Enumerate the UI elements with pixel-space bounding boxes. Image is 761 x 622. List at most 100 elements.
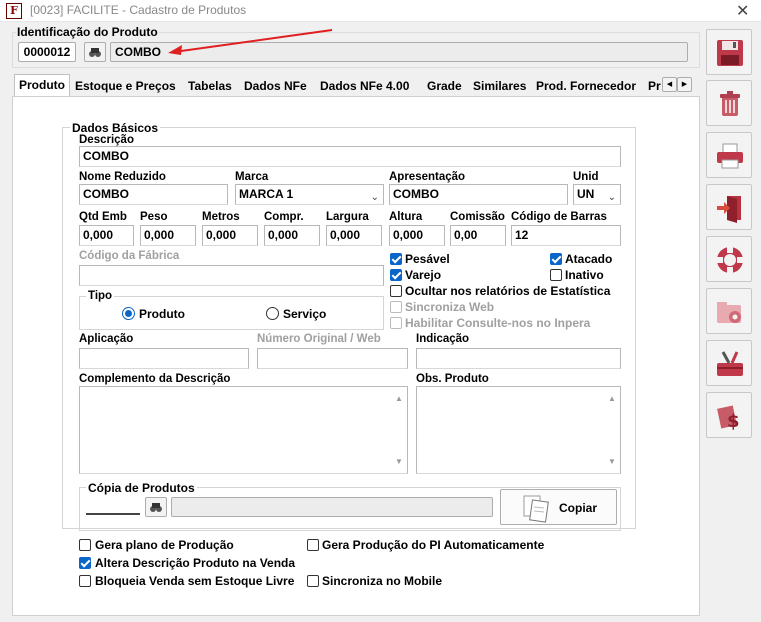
complemento-scrollbar[interactable]: ▲ ▼ xyxy=(391,387,407,473)
tipo-produto-label: Produto xyxy=(139,307,185,321)
codigo-fabrica-input[interactable] xyxy=(79,265,384,286)
copia-code-input[interactable] xyxy=(86,497,140,515)
pesavel-checkbox[interactable] xyxy=(390,253,402,265)
bloqueia-venda-checkbox[interactable] xyxy=(79,575,91,587)
copia-name-field[interactable] xyxy=(171,497,493,517)
scroll-down-icon[interactable]: ▼ xyxy=(608,452,616,471)
compr-input[interactable]: 0,000 xyxy=(264,225,320,246)
folder-gear-icon xyxy=(717,302,741,323)
window-title: [0023] FACILITE - Cadastro de Produtos xyxy=(30,3,247,17)
tab-bar: Produto Estoque e Preços Tabelas Dados N… xyxy=(14,74,694,97)
unid-label: Unid xyxy=(573,171,599,183)
descricao-label: Descrição xyxy=(79,134,134,146)
floppy-save-icon xyxy=(717,40,743,66)
varejo-checkbox[interactable] xyxy=(390,269,402,281)
marca-value: MARCA 1 xyxy=(239,187,294,201)
product-code-field[interactable]: 0000012 xyxy=(18,42,76,62)
tab-produto[interactable]: Produto xyxy=(14,74,70,96)
pesavel-label: Pesável xyxy=(405,252,450,266)
habilitar-consulte-checkbox[interactable] xyxy=(390,317,402,329)
unid-select[interactable]: UN ⌄ xyxy=(573,184,621,205)
scroll-up-icon[interactable]: ▲ xyxy=(608,389,616,408)
gera-plano-label: Gera plano de Produção xyxy=(95,538,234,552)
tipo-servico-radio[interactable] xyxy=(266,307,279,320)
finance-button[interactable]: $ xyxy=(706,392,752,438)
copia-search-button[interactable] xyxy=(145,497,167,517)
metros-input[interactable]: 0,000 xyxy=(202,225,258,246)
obs-produto-textarea[interactable]: ▲ ▼ xyxy=(416,386,621,474)
tab-scroll-right[interactable]: ▶ xyxy=(677,77,692,92)
numero-original-input[interactable] xyxy=(257,348,408,369)
codigo-barras-input[interactable]: 12 xyxy=(511,225,621,246)
settings-button[interactable] xyxy=(706,288,752,334)
scroll-down-icon[interactable]: ▼ xyxy=(395,452,403,471)
nome-reduzido-input[interactable]: COMBO xyxy=(79,184,228,205)
bloqueia-venda-label: Bloqueia Venda sem Estoque Livre xyxy=(95,574,295,588)
ocultar-checkbox[interactable] xyxy=(390,285,402,297)
tab-estoque-precos[interactable]: Estoque e Preços xyxy=(75,76,176,96)
tab-tabelas[interactable]: Tabelas xyxy=(188,76,232,96)
binoculars-search-button[interactable] xyxy=(84,42,106,62)
tools-button[interactable] xyxy=(706,340,752,386)
obs-scrollbar[interactable]: ▲ ▼ xyxy=(604,387,620,473)
peso-label: Peso xyxy=(140,211,168,223)
gera-producao-label: Gera Produção do PI Automaticamente xyxy=(322,538,545,552)
sincroniza-web-checkbox[interactable] xyxy=(390,301,402,313)
exit-door-icon xyxy=(717,196,741,223)
binoculars-icon xyxy=(89,48,101,57)
inativo-checkbox[interactable] xyxy=(550,269,562,281)
marca-label: Marca xyxy=(235,171,269,183)
marca-select[interactable]: MARCA 1 ⌄ xyxy=(235,184,384,205)
complemento-label: Complemento da Descrição xyxy=(79,373,231,385)
copia-produtos-label: Cópia de Produtos xyxy=(86,481,197,495)
close-icon[interactable]: ✕ xyxy=(736,1,749,21)
aplicacao-input[interactable] xyxy=(79,348,249,369)
tab-grade[interactable]: Grade xyxy=(427,76,462,96)
copiar-button[interactable]: Copiar xyxy=(500,489,617,525)
tab-dados-nfe-400[interactable]: Dados NFe 4.00 xyxy=(320,76,409,96)
atacado-label: Atacado xyxy=(565,252,613,266)
copy-documents-icon xyxy=(523,495,549,523)
comissao-label: Comissão xyxy=(450,211,505,223)
atacado-checkbox[interactable] xyxy=(550,253,562,265)
ocultar-label: Ocultar nos relatórios de Estatística xyxy=(405,284,611,298)
printer-icon xyxy=(717,143,743,169)
app-logo-icon: F xyxy=(6,3,22,19)
inativo-label: Inativo xyxy=(565,268,604,282)
altura-input[interactable]: 0,000 xyxy=(389,225,445,246)
tab-dados-nfe[interactable]: Dados NFe xyxy=(244,76,307,96)
tab-similares[interactable]: Similares xyxy=(473,76,526,96)
gera-producao-checkbox[interactable] xyxy=(307,539,319,551)
binoculars-icon xyxy=(150,503,162,512)
peso-input[interactable]: 0,000 xyxy=(140,225,196,246)
aplicacao-label: Aplicação xyxy=(79,333,134,345)
apresentacao-input[interactable]: COMBO xyxy=(389,184,568,205)
unid-value: UN xyxy=(577,187,595,201)
comissao-input[interactable]: 0,00 xyxy=(450,225,506,246)
gera-plano-checkbox[interactable] xyxy=(79,539,91,551)
money-dollar-icon: $ xyxy=(717,405,740,431)
delete-button[interactable] xyxy=(706,80,752,126)
descricao-input[interactable]: COMBO xyxy=(79,146,621,167)
qtd-emb-input[interactable]: 0,000 xyxy=(79,225,134,246)
tab-prod-fornecedor[interactable]: Prod. Fornecedor xyxy=(536,76,636,96)
codigo-fabrica-label: Código da Fábrica xyxy=(79,250,180,262)
tab-scroll-left[interactable]: ◀ xyxy=(662,77,677,92)
tab-more[interactable]: Pr xyxy=(648,76,662,96)
tipo-produto-radio[interactable] xyxy=(122,307,135,320)
indicacao-input[interactable] xyxy=(416,348,621,369)
svg-text:$: $ xyxy=(727,411,740,431)
largura-input[interactable]: 0,000 xyxy=(326,225,382,246)
altera-descricao-label: Altera Descrição Produto na Venda xyxy=(95,556,296,570)
help-button[interactable] xyxy=(706,236,752,282)
altera-descricao-checkbox[interactable] xyxy=(79,557,91,569)
indicacao-label: Indicação xyxy=(416,333,470,345)
sincroniza-mobile-checkbox[interactable] xyxy=(307,575,319,587)
print-button[interactable] xyxy=(706,132,752,178)
identificacao-label: Identificação do Produto xyxy=(16,25,159,39)
save-button[interactable] xyxy=(706,29,752,75)
scroll-up-icon[interactable]: ▲ xyxy=(395,389,403,408)
trash-icon xyxy=(720,91,740,116)
exit-button[interactable] xyxy=(706,184,752,230)
complemento-textarea[interactable]: ▲ ▼ xyxy=(79,386,408,474)
